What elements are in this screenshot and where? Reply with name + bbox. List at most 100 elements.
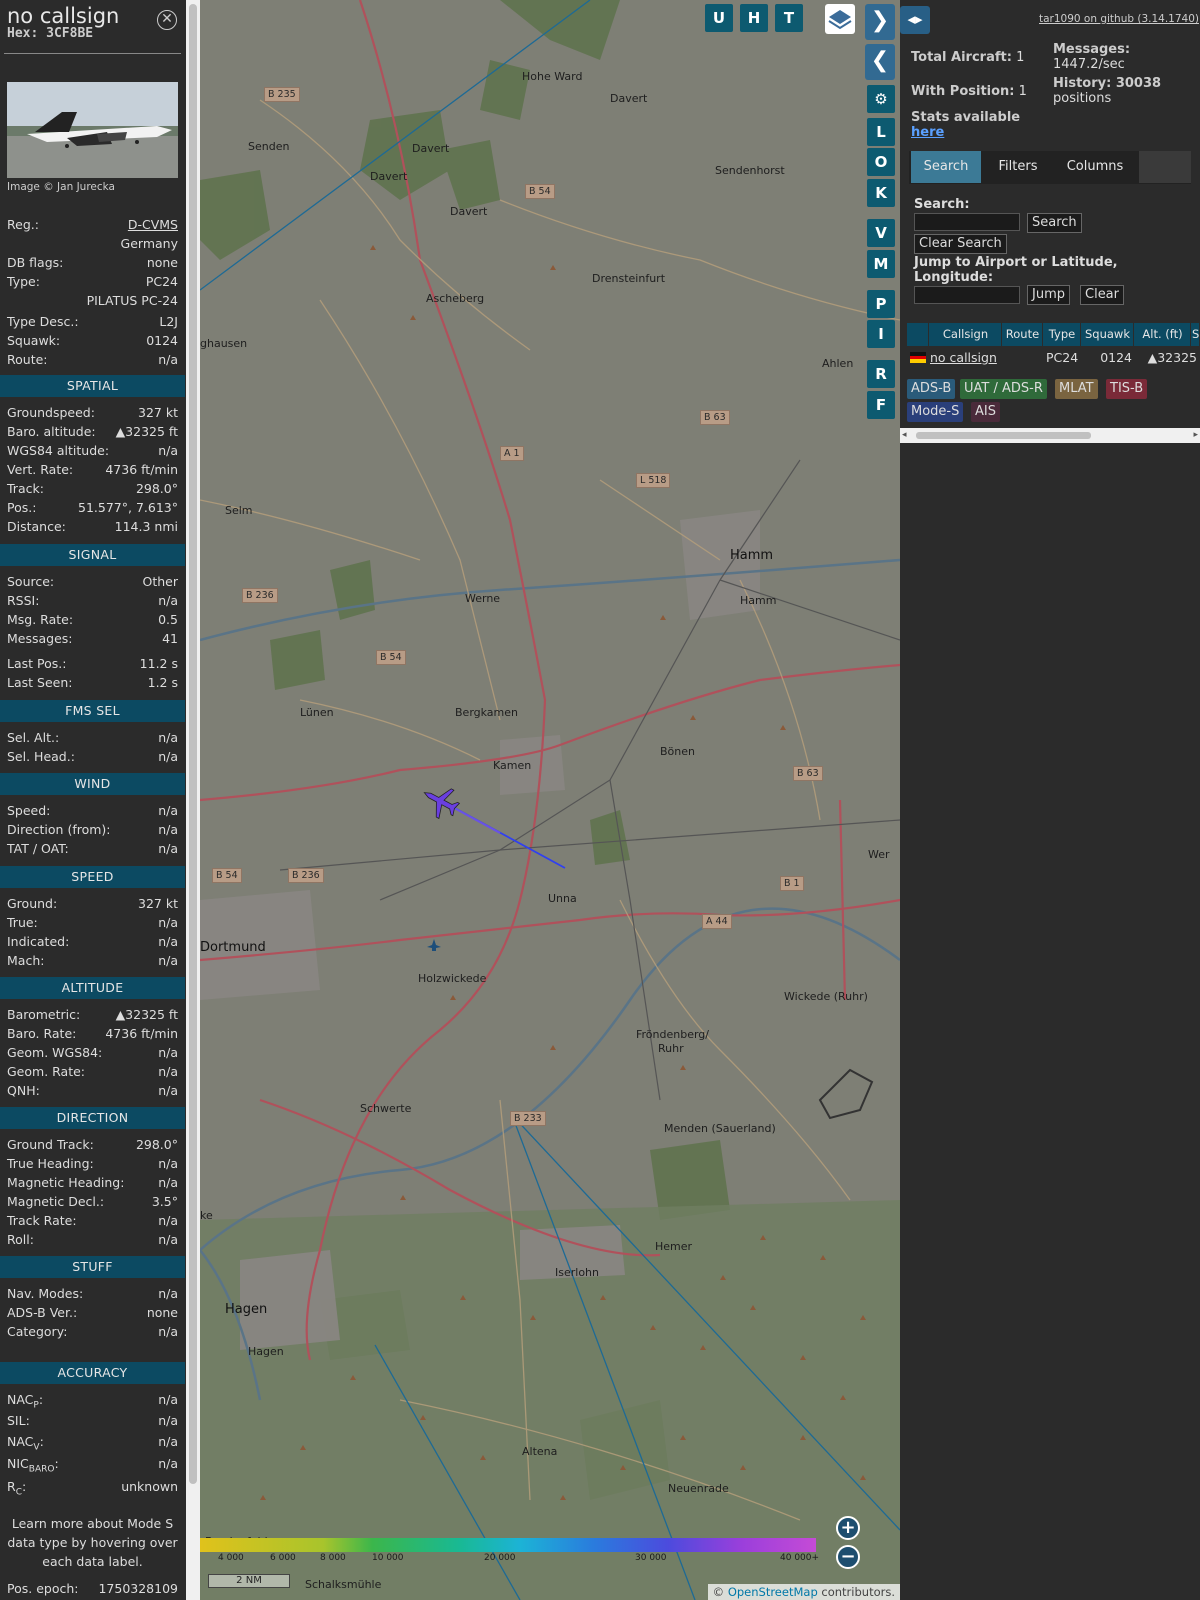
column-squawk[interactable]: Squawk	[1082, 323, 1134, 346]
detail-value[interactable]: D-CVMS	[128, 216, 178, 234]
column-flag[interactable]	[907, 323, 929, 346]
table-row[interactable]: no callsign PC24 0124 ▲32325	[907, 347, 1200, 368]
clear-search-button[interactable]: Clear Search	[914, 234, 1007, 254]
layers-icon	[828, 10, 852, 30]
tab-columns[interactable]: Columns	[1055, 151, 1135, 183]
chevron-right-icon: ❯	[870, 8, 890, 33]
search-input[interactable]	[914, 213, 1020, 231]
road-sign: L 518	[636, 473, 671, 488]
altitude-color-legend	[200, 1538, 816, 1552]
road-sign: A 44	[702, 914, 732, 929]
map-button-r[interactable]: R	[867, 360, 895, 388]
section-altitude: ALTITUDE	[0, 977, 185, 999]
detail-value: n/a	[158, 1156, 178, 1171]
place-label: Hamm	[730, 548, 774, 563]
detail-value: n/a	[158, 1213, 178, 1228]
column-route[interactable]: Route	[1003, 323, 1043, 346]
jump-clear-button[interactable]: Clear	[1080, 285, 1124, 305]
search-button[interactable]: Search	[1027, 213, 1082, 233]
place-label: Bönen	[660, 745, 695, 758]
row-callsign[interactable]: no callsign	[930, 347, 1002, 368]
place-label: Hohe Ward	[522, 70, 583, 83]
map-button-u[interactable]: U	[705, 4, 733, 32]
row-route	[1003, 347, 1043, 368]
map-view[interactable]: Senden Ascheberg Drensteinfurt Sendenhorst H…	[200, 0, 900, 1600]
detail-value: 51.577°, 7.613°	[78, 500, 178, 515]
detail-row: Route: n/a	[7, 351, 178, 369]
tab-search[interactable]: Search	[911, 151, 981, 183]
place-label: ghausen	[200, 337, 248, 350]
detail-value: ▲32325 ft	[115, 1007, 178, 1022]
detail-row: Groundspeed: 327 kt	[7, 404, 178, 422]
detail-label: Distance:	[7, 519, 66, 534]
column-altitude[interactable]: Alt. (ft)	[1135, 323, 1191, 346]
section-accuracy: ACCURACY	[0, 1362, 185, 1384]
detail-value: ▲32325 ft	[115, 424, 178, 439]
map-button-f[interactable]: F	[867, 391, 895, 419]
place-label: ke	[200, 1209, 213, 1222]
map-button-m[interactable]: M	[867, 250, 895, 278]
settings-button[interactable]: ⚙	[867, 85, 895, 113]
detail-label: DB flags:	[7, 255, 64, 270]
search-label: Search:	[914, 197, 970, 212]
map-attribution: © OpenStreetMap contributors.	[707, 1584, 900, 1600]
place-label: Holzwickede	[418, 972, 487, 985]
place-label: Wickede (Ruhr)	[784, 990, 868, 1003]
scrollbar-thumb[interactable]	[916, 432, 1091, 439]
jump-button[interactable]: Jump	[1027, 285, 1070, 305]
detail-row: Baro. Rate: 4736 ft/min	[7, 1025, 178, 1043]
tab-extra[interactable]	[1139, 151, 1191, 183]
github-link[interactable]: tar1090 on github (3.14.1740)	[1039, 13, 1199, 25]
tab-filters[interactable]: Filters	[985, 151, 1051, 183]
place-label: Fröndenberg/	[636, 1028, 709, 1041]
place-label: Ascheberg	[426, 292, 485, 305]
detail-label: True:	[7, 915, 38, 930]
detail-value: n/a	[158, 1434, 178, 1449]
map-button-t[interactable]: T	[775, 4, 803, 32]
scroll-right-icon[interactable]: ▸	[1193, 428, 1198, 443]
map-button-o[interactable]: O	[867, 148, 895, 176]
zoom-in-button[interactable]: +	[836, 1516, 860, 1540]
osm-link[interactable]: OpenStreetMap	[728, 1585, 818, 1599]
column-speed[interactable]: S	[1192, 323, 1200, 346]
column-type[interactable]: Type	[1044, 323, 1081, 346]
detail-label: Baro. altitude:	[7, 424, 96, 439]
jump-input[interactable]	[914, 286, 1020, 304]
detail-row: Squawk: 0124	[7, 332, 178, 350]
detail-label: Nav. Modes:	[7, 1286, 84, 1301]
section-direction: DIRECTION	[0, 1107, 185, 1129]
map-button-l[interactable]: L	[867, 118, 895, 146]
detail-value: 1750328109	[98, 1581, 178, 1596]
section-signal: SIGNAL	[0, 544, 185, 566]
germany-flag-icon	[910, 352, 926, 363]
source-badge-uat-ads-r: UAT / ADS-R	[960, 379, 1047, 399]
map-button-i[interactable]: I	[867, 320, 895, 348]
expand-panel-button[interactable]: ❯	[865, 4, 895, 40]
aircraft-photo[interactable]	[7, 82, 178, 178]
detail-label: ADS-B Ver.:	[7, 1305, 78, 1320]
stats-link[interactable]: here	[911, 125, 944, 140]
road-sign: B 235	[264, 87, 300, 102]
toggle-sidebar-button[interactable]: ◂▸	[900, 6, 930, 34]
detail-label: Last Pos.:	[7, 656, 67, 671]
row-squawk: 0124	[1100, 350, 1132, 365]
map-button-k[interactable]: K	[867, 179, 895, 207]
layers-button[interactable]	[825, 4, 855, 34]
map-button-p[interactable]: P	[867, 290, 895, 318]
map-button-h[interactable]: H	[740, 4, 768, 32]
table-horizontal-scrollbar[interactable]: ◂ ▸	[900, 428, 1200, 443]
map-button-v[interactable]: V	[867, 219, 895, 247]
zoom-out-button[interactable]: −	[836, 1545, 860, 1569]
scrollbar-thumb[interactable]	[189, 4, 197, 1484]
detail-value: n/a	[158, 1413, 178, 1428]
scroll-left-icon[interactable]: ◂	[902, 428, 907, 443]
detail-label: RSSI:	[7, 593, 40, 608]
close-icon[interactable]: ✕	[157, 10, 177, 30]
road-sign: B 54	[525, 184, 555, 199]
column-callsign[interactable]: Callsign	[930, 323, 1002, 346]
detail-row: Sel. Head.: n/a	[7, 748, 178, 766]
details-scrollbar[interactable]	[186, 0, 200, 1600]
with-position: With Position: 1	[911, 84, 1027, 99]
collapse-panel-button[interactable]: ❮	[865, 44, 895, 80]
detail-value: n/a	[158, 822, 178, 837]
